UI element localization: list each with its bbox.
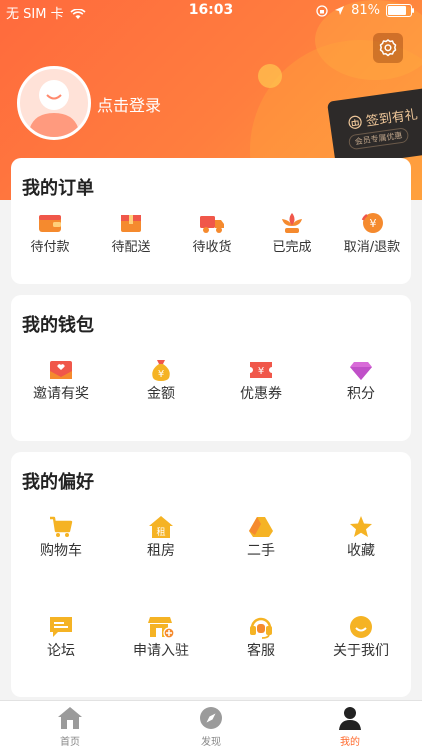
- pref-item-label: 二手: [247, 543, 275, 559]
- decor-dot: [258, 64, 282, 88]
- lotus-icon: [282, 213, 302, 233]
- tab-mine[interactable]: 我的: [310, 705, 390, 748]
- svg-text:租: 租: [156, 527, 165, 538]
- signin-title: 签到有礼: [347, 104, 419, 133]
- diamond-icon: [350, 362, 372, 380]
- gear-icon: [379, 39, 397, 57]
- pref-about-us[interactable]: 关于我们: [321, 614, 401, 660]
- pref-forum[interactable]: 论坛: [21, 614, 101, 660]
- coupon-icon: ¥: [250, 362, 272, 378]
- order-item-label: 取消/退款: [343, 240, 401, 255]
- pref-item-label: 申请入驻: [133, 643, 189, 659]
- orientation-lock-icon: [316, 4, 328, 17]
- battery-percent: 81%: [351, 3, 380, 18]
- pref-favorites[interactable]: 收藏: [321, 514, 401, 560]
- order-item-label: 待收货: [192, 240, 232, 255]
- cart-icon: [50, 516, 73, 537]
- svg-text:¥: ¥: [158, 369, 164, 380]
- tab-bar: 首页 发现 我的: [0, 700, 422, 751]
- status-bar: 无 SIM 卡 16:03 81%: [0, 0, 422, 22]
- order-refund[interactable]: ¥ 取消/退款: [341, 210, 403, 255]
- pref-customer-service[interactable]: 客服: [221, 614, 301, 660]
- tab-label: 发现: [201, 737, 221, 748]
- order-completed[interactable]: 已完成: [267, 210, 317, 255]
- money-bag-icon: ¥: [152, 360, 170, 381]
- signin-title-text: 签到有礼: [365, 107, 419, 130]
- tab-home[interactable]: 首页: [30, 705, 110, 748]
- wallet-coupon[interactable]: ¥ 优惠券: [221, 357, 301, 403]
- preferences-card: 我的偏好 购物车 租 租房 二手 收藏 论坛 申请入驻 客服 关于我们: [11, 452, 411, 697]
- smile-icon: [350, 616, 372, 638]
- pref-item-label: 收藏: [347, 543, 375, 559]
- svg-text:¥: ¥: [258, 366, 264, 377]
- wallet-item-label: 优惠券: [240, 386, 282, 402]
- pref-item-label: 购物车: [40, 543, 82, 559]
- user-icon: [339, 707, 361, 730]
- login-link[interactable]: 点击登录: [97, 92, 161, 116]
- order-pending-delivery[interactable]: 待配送: [106, 210, 156, 255]
- default-avatar-icon: [28, 80, 80, 137]
- wallet-points[interactable]: 积分: [321, 357, 401, 403]
- second-hand-icon: [249, 517, 273, 537]
- settings-button[interactable]: [373, 33, 403, 63]
- rent-house-icon: 租: [149, 516, 173, 538]
- location-icon: [335, 6, 345, 15]
- refund-icon: ¥: [361, 213, 383, 233]
- wallet-title: 我的钱包: [22, 315, 94, 336]
- battery-icon: [386, 4, 414, 17]
- pref-cart[interactable]: 购物车: [21, 514, 101, 560]
- svg-text:¥: ¥: [370, 217, 377, 230]
- home-icon: [58, 707, 82, 729]
- pref-rent[interactable]: 租 租房: [121, 514, 201, 560]
- orders-title: 我的订单: [22, 178, 94, 199]
- compass-icon: [200, 707, 222, 729]
- battery-fill: [388, 6, 406, 15]
- pref-item-label: 论坛: [47, 643, 75, 659]
- wallet-item-label: 邀请有奖: [33, 386, 89, 402]
- wallet-item-label: 积分: [347, 386, 375, 402]
- pref-second-hand[interactable]: 二手: [221, 514, 301, 560]
- pref-apply-store[interactable]: 申请入驻: [121, 614, 201, 660]
- order-item-label: 已完成: [272, 240, 312, 255]
- wallet-icon: [39, 215, 61, 232]
- gift-icon: [348, 115, 362, 129]
- order-item-label: 待配送: [111, 240, 151, 255]
- order-pending-receipt[interactable]: 待收货: [187, 210, 237, 255]
- tab-discover[interactable]: 发现: [171, 705, 251, 748]
- tab-label: 我的: [340, 737, 360, 748]
- orders-card: 我的订单 待付款 待配送 待收货 已完成 ¥ 取消/退款: [11, 158, 411, 284]
- star-icon: [350, 516, 372, 537]
- pref-item-label: 关于我们: [333, 643, 389, 659]
- wallet-item-label: 金额: [147, 386, 175, 402]
- status-right: 81%: [316, 3, 414, 18]
- wallet-invite[interactable]: 邀请有奖: [21, 357, 101, 403]
- order-pending-payment[interactable]: 待付款: [25, 210, 75, 255]
- package-icon: [121, 215, 141, 232]
- pref-item-label: 租房: [147, 543, 175, 559]
- truck-icon: [200, 216, 224, 233]
- wallet-balance[interactable]: ¥ 金额: [121, 357, 201, 403]
- avatar[interactable]: [17, 66, 91, 140]
- order-item-label: 待付款: [30, 240, 70, 255]
- tab-label: 首页: [60, 737, 80, 748]
- invite-envelope-icon: [50, 361, 72, 379]
- headset-icon: [250, 617, 272, 639]
- pref-item-label: 客服: [247, 643, 275, 659]
- forum-icon: [50, 617, 72, 637]
- store-apply-icon: [148, 617, 175, 639]
- wallet-card: 我的钱包 邀请有奖 ¥ 金额 ¥ 优惠券 积分: [11, 295, 411, 441]
- preferences-title: 我的偏好: [22, 472, 94, 493]
